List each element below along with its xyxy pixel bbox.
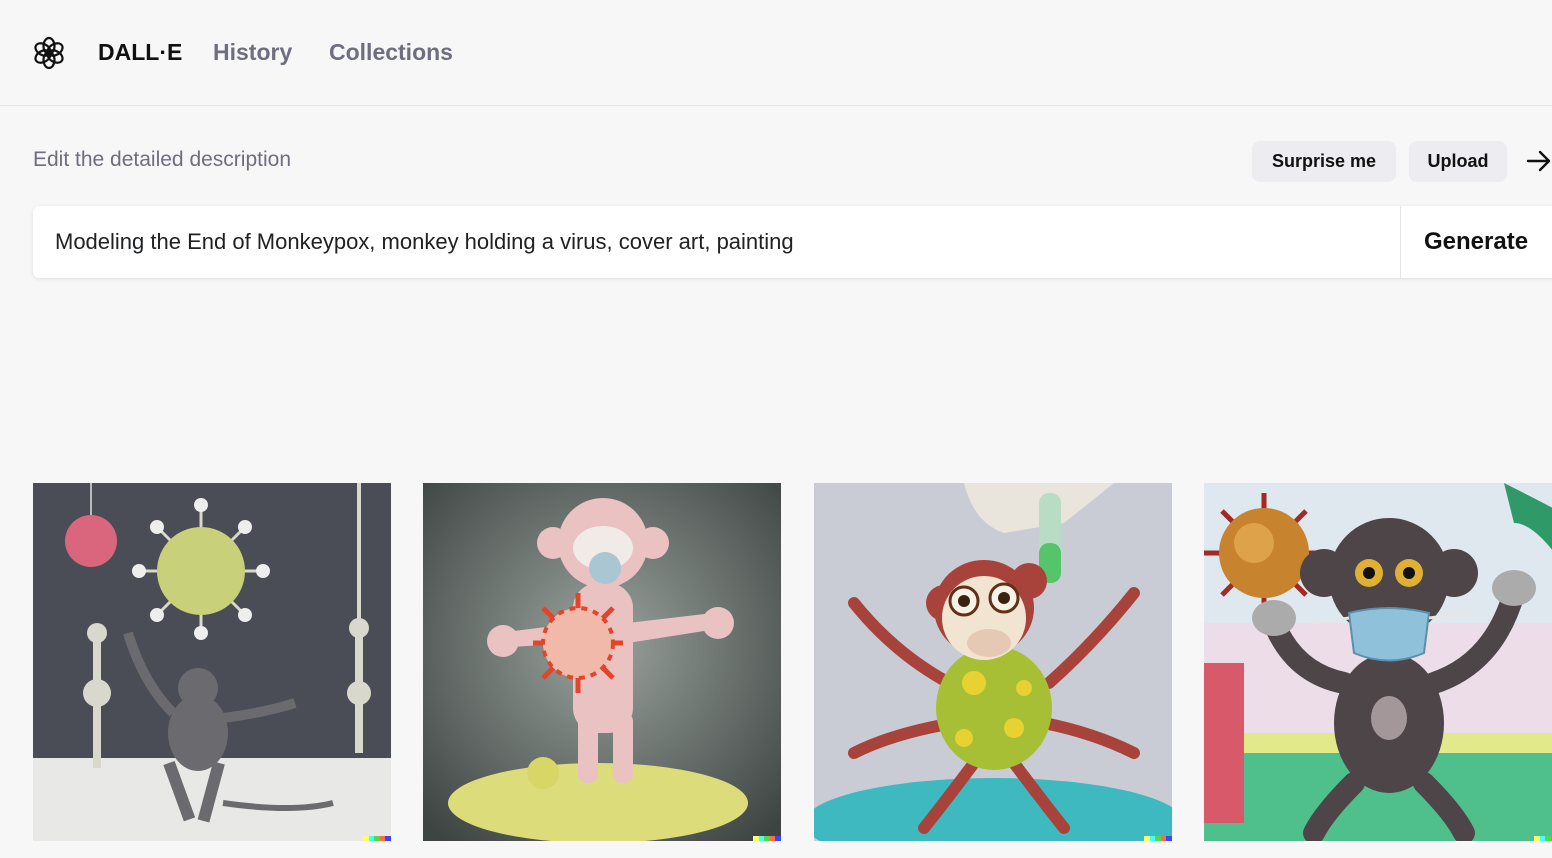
signature-strip <box>753 836 781 841</box>
image-1-art <box>33 483 391 841</box>
result-image-3[interactable] <box>814 483 1172 841</box>
openai-logo-icon[interactable] <box>32 36 66 70</box>
signature-strip <box>1534 836 1552 841</box>
image-2-art <box>423 483 781 841</box>
nav-dalle[interactable]: DALL·E <box>98 37 182 67</box>
upload-button[interactable]: Upload <box>1409 141 1507 182</box>
nav-collections[interactable]: Collections <box>329 37 453 67</box>
prompt-divider <box>1400 206 1401 278</box>
top-navigation-bar: DALL·E History Collections <box>0 0 1552 106</box>
result-image-4[interactable] <box>1204 483 1552 841</box>
surprise-me-button[interactable]: Surprise me <box>1252 141 1396 182</box>
generate-button[interactable]: Generate <box>1424 206 1528 278</box>
description-label: Edit the detailed description <box>33 148 291 171</box>
arrow-right-icon[interactable] <box>1526 149 1552 173</box>
result-image-1[interactable] <box>33 483 391 841</box>
image-3-art <box>814 483 1172 841</box>
image-4-art <box>1204 483 1552 841</box>
result-image-2[interactable] <box>423 483 781 841</box>
signature-strip <box>1144 836 1172 841</box>
signature-strip <box>363 836 391 841</box>
prompt-input[interactable] <box>55 206 1375 278</box>
prompt-box: Generate <box>33 206 1552 278</box>
nav-history[interactable]: History <box>213 37 292 67</box>
